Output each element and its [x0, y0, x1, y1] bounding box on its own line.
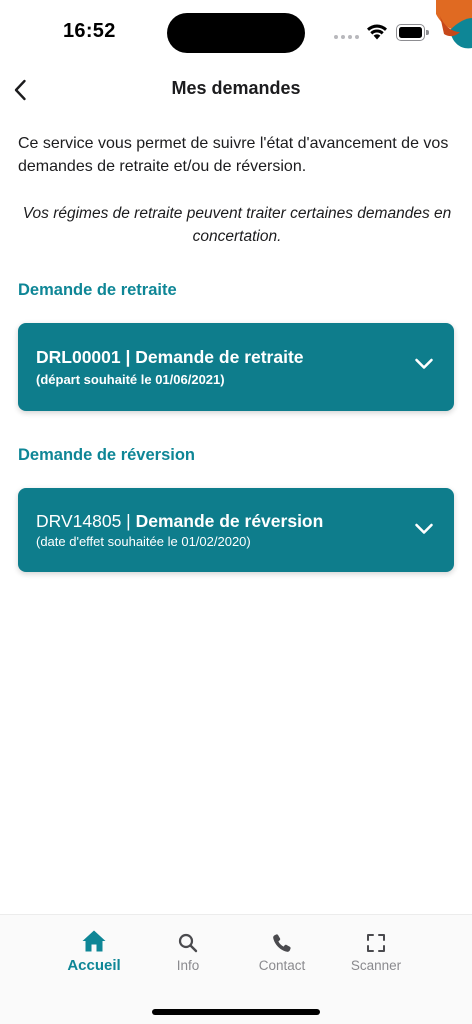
concertation-note: Vos régimes de retraite peuvent traiter … — [22, 205, 452, 245]
corner-decoration-icon — [436, 0, 472, 49]
tab-accueil[interactable]: Accueil — [58, 929, 130, 979]
card-title: DRV14805 | Demande de réversion — [36, 511, 323, 532]
cellular-signal-icon — [334, 35, 360, 40]
tab-label: Contact — [258, 958, 306, 973]
chevron-down-icon[interactable] — [414, 522, 434, 536]
retraite-request-card[interactable]: DRL00001 | Demande de retraite (départ s… — [18, 323, 454, 411]
screen: 16:52 Mes demandes Ce service vous perme… — [0, 0, 472, 1024]
status-bar: 16:52 — [0, 0, 472, 62]
chevron-down-icon[interactable] — [414, 357, 434, 371]
request-label: Demande de réversion — [135, 511, 324, 531]
dynamic-island — [167, 13, 305, 53]
tab-info[interactable]: Info — [152, 933, 224, 983]
section-title-reversion: Demande de réversion — [18, 446, 195, 464]
tab-scanner[interactable]: Scanner — [340, 933, 412, 983]
section-title-retraite: Demande de retraite — [18, 281, 177, 299]
card-title: DRL00001 | Demande de retraite — [36, 347, 304, 368]
nav-header: Mes demandes — [0, 62, 472, 118]
tab-label: Accueil — [67, 957, 121, 974]
request-label: Demande de retraite — [135, 347, 304, 367]
tab-label: Info — [176, 958, 200, 973]
tab-contact[interactable]: Contact — [246, 933, 318, 983]
request-code: DRV14805 | — [36, 511, 131, 531]
tab-label: Scanner — [350, 958, 402, 973]
home-icon — [82, 930, 106, 952]
home-indicator — [152, 1009, 320, 1015]
reversion-request-card[interactable]: DRV14805 | Demande de réversion (date d'… — [18, 488, 454, 572]
scan-icon — [367, 934, 385, 952]
search-icon — [178, 933, 198, 953]
phone-icon — [273, 934, 291, 952]
status-time: 16:52 — [63, 20, 116, 42]
intro-text: Ce service vous permet de suivre l'état … — [18, 135, 449, 175]
tab-bar: Accueil Info Contact Scanner — [0, 914, 472, 1024]
page-title: Mes demandes — [171, 78, 301, 98]
request-date: (date d'effet souhaitée le 01/02/2020) — [36, 534, 251, 549]
request-code: DRL00001 | — [36, 347, 131, 367]
wifi-icon — [367, 24, 387, 40]
request-date: (départ souhaité le 01/06/2021) — [36, 372, 225, 387]
